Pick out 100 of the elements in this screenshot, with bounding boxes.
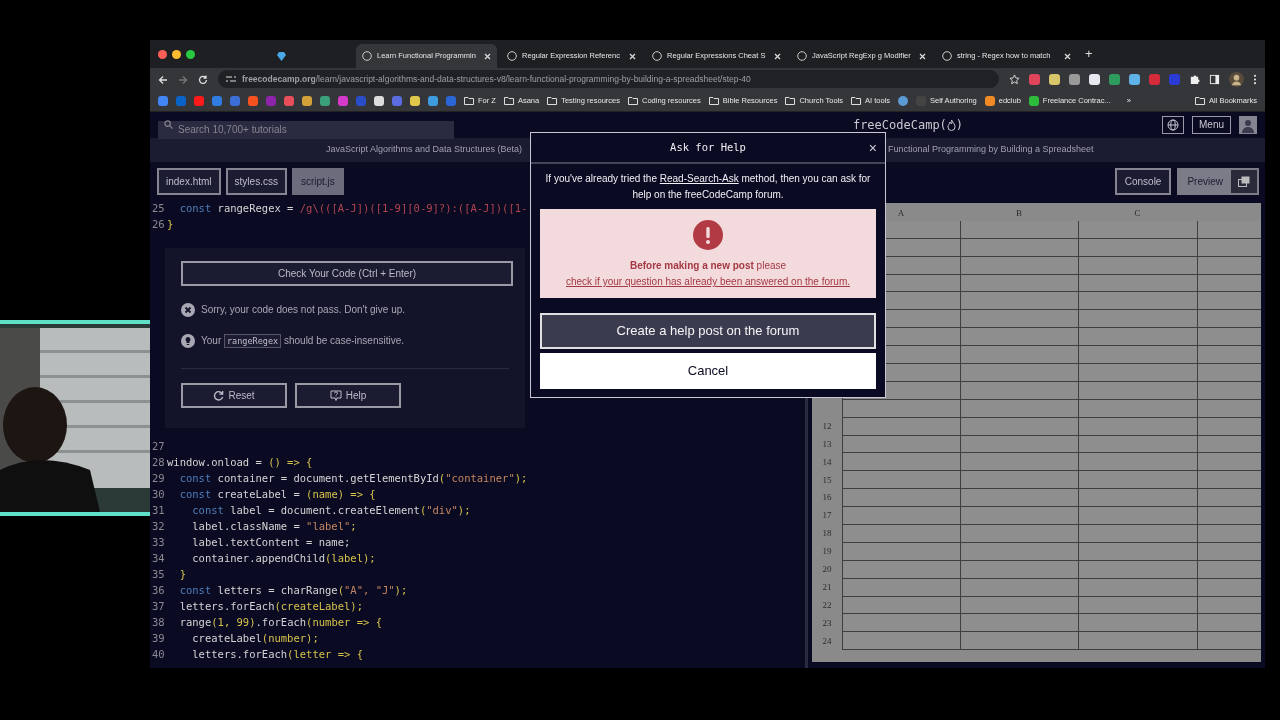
spreadsheet-cell[interactable] [1078,364,1197,382]
code-line: letters.forEach(createLabel); [178,599,363,614]
spreadsheet-cell[interactable] [842,614,960,633]
language-button[interactable] [1162,116,1184,134]
close-tab-icon[interactable] [919,52,926,60]
bookmark-icon[interactable] [410,95,420,106]
forum-search-link[interactable]: check if your question has already been answered on the forum. [565,274,851,290]
close-button[interactable]: × [866,139,879,157]
spreadsheet-cell[interactable] [960,220,1078,239]
spreadsheet-cell[interactable] [1078,507,1197,526]
create-post-button[interactable]: Create a help post on the forum [540,313,876,349]
reset-button[interactable]: Reset [181,383,287,408]
close-window-button[interactable] [158,49,167,59]
spreadsheet-cell[interactable] [960,310,1078,329]
maximize-window-button[interactable] [186,49,195,59]
file-tab[interactable]: styles.css [225,168,287,195]
site-icon [507,51,517,61]
file-tab[interactable]: index.html [157,168,221,195]
more-icon[interactable] [1253,73,1257,85]
sidebar-icon[interactable] [1209,73,1220,85]
spreadsheet-cell[interactable] [960,364,1078,382]
spreadsheet-cell[interactable] [960,632,1078,651]
spreadsheet-cell[interactable] [960,525,1078,543]
new-tab-button[interactable]: + [1085,44,1093,64]
search-field[interactable]: Search 10,700+ tutorials [158,120,454,139]
check-code-button[interactable]: Check Your Code (Ctrl + Enter) [181,261,513,286]
spreadsheet-cell[interactable] [1078,453,1197,472]
logo[interactable]: freeCodeCamp( ) [454,116,1162,134]
spreadsheet-cell[interactable] [1197,489,1261,508]
spreadsheet-cell[interactable] [1197,471,1261,490]
spreadsheet-cell[interactable] [1197,632,1261,651]
line-number: 39 [151,631,166,646]
reload-icon[interactable] [198,73,208,85]
spreadsheet-cell[interactable] [1197,292,1261,311]
close-tab-icon[interactable] [774,52,781,60]
spreadsheet-cell[interactable] [960,453,1078,472]
spreadsheet-cell[interactable] [1197,346,1261,364]
spreadsheet-cell[interactable] [960,471,1078,490]
spreadsheet-cell[interactable] [1078,346,1197,364]
spreadsheet-cell[interactable] [1197,525,1261,543]
spreadsheet-cell[interactable] [1078,328,1197,347]
spreadsheet-cell[interactable] [1078,489,1197,508]
bookmark-icon[interactable] [302,95,312,106]
back-icon[interactable] [158,73,168,85]
extension-icon[interactable] [1069,73,1080,85]
spreadsheet-cell[interactable] [960,489,1078,508]
minimize-window-button[interactable] [172,49,181,59]
spreadsheet-cell[interactable] [1197,507,1261,526]
panel-toggle-button[interactable]: Console [1114,168,1172,195]
forward-icon[interactable] [178,73,188,85]
line-number: 35 [151,567,166,582]
spreadsheet-cell[interactable] [960,292,1078,311]
spreadsheet-cell[interactable] [842,471,960,490]
spreadsheet-cell[interactable] [1078,632,1197,651]
close-tab-icon[interactable] [1064,52,1071,60]
breadcrumb-link[interactable]: JavaScript Algorithms and Data Structures (Beta) [325,143,522,157]
spreadsheet-cell[interactable] [1197,364,1261,382]
spreadsheet-cell[interactable] [960,346,1078,364]
extension-icon[interactable] [1089,73,1100,85]
address-bar[interactable]: freecodecamp.org/learn/javascript-algorithms-and-data-structures-v8/learn-functional-programming-by-building-a-spreadsheet/step-40 [218,70,999,88]
profile-avatar[interactable] [1229,71,1244,87]
spreadsheet-cell[interactable] [1078,525,1197,543]
spreadsheet-cell[interactable] [1197,328,1261,347]
spreadsheet-cell[interactable] [842,632,960,651]
panel-toggle-button[interactable]: Preview [1177,168,1259,195]
help-button[interactable]: Help [295,383,401,408]
spreadsheet-cell[interactable] [1078,471,1197,490]
spreadsheet-cell[interactable] [1078,220,1197,239]
extension-icon[interactable] [1049,73,1060,85]
spreadsheet-cell[interactable] [1197,614,1261,633]
bookmark-icon[interactable] [374,95,384,106]
breadcrumb-link[interactable]: Functional Programming by Building a Spreadsheet [888,143,1094,157]
spreadsheet-cell[interactable] [842,453,960,472]
cancel-button[interactable]: Cancel [540,353,876,389]
read-search-ask-link[interactable]: Read-Search-Ask [659,173,739,184]
spreadsheet-cell[interactable] [842,507,960,526]
spreadsheet-cell[interactable] [1197,310,1261,329]
bookmark-icon[interactable] [320,95,330,106]
spreadsheet-cell[interactable] [1078,614,1197,633]
extension-icon[interactable] [1129,73,1140,85]
close-tab-icon[interactable] [484,52,491,60]
spreadsheet-cell[interactable] [1078,292,1197,311]
spreadsheet-cell[interactable] [1078,310,1197,329]
puzzle-icon[interactable] [1189,73,1200,85]
spreadsheet-cell[interactable] [960,328,1078,347]
avatar-icon[interactable] [1239,116,1257,134]
spreadsheet-cell[interactable] [842,525,960,543]
menu-button[interactable]: Menu [1192,116,1231,134]
line-number: 36 [151,583,166,598]
spreadsheet-cell[interactable] [1197,220,1261,239]
spreadsheet-cell[interactable] [960,507,1078,526]
bookmark-icon[interactable] [428,95,438,106]
star-icon[interactable] [1009,73,1020,85]
bookmark-icon[interactable] [898,95,909,106]
spreadsheet-cell[interactable] [1197,453,1261,472]
spreadsheet-cell[interactable] [842,489,960,508]
spreadsheet-cell[interactable] [960,614,1078,633]
close-tab-icon[interactable] [629,52,636,60]
row-number: 22 [821,598,833,612]
folder-icon [708,96,719,105]
